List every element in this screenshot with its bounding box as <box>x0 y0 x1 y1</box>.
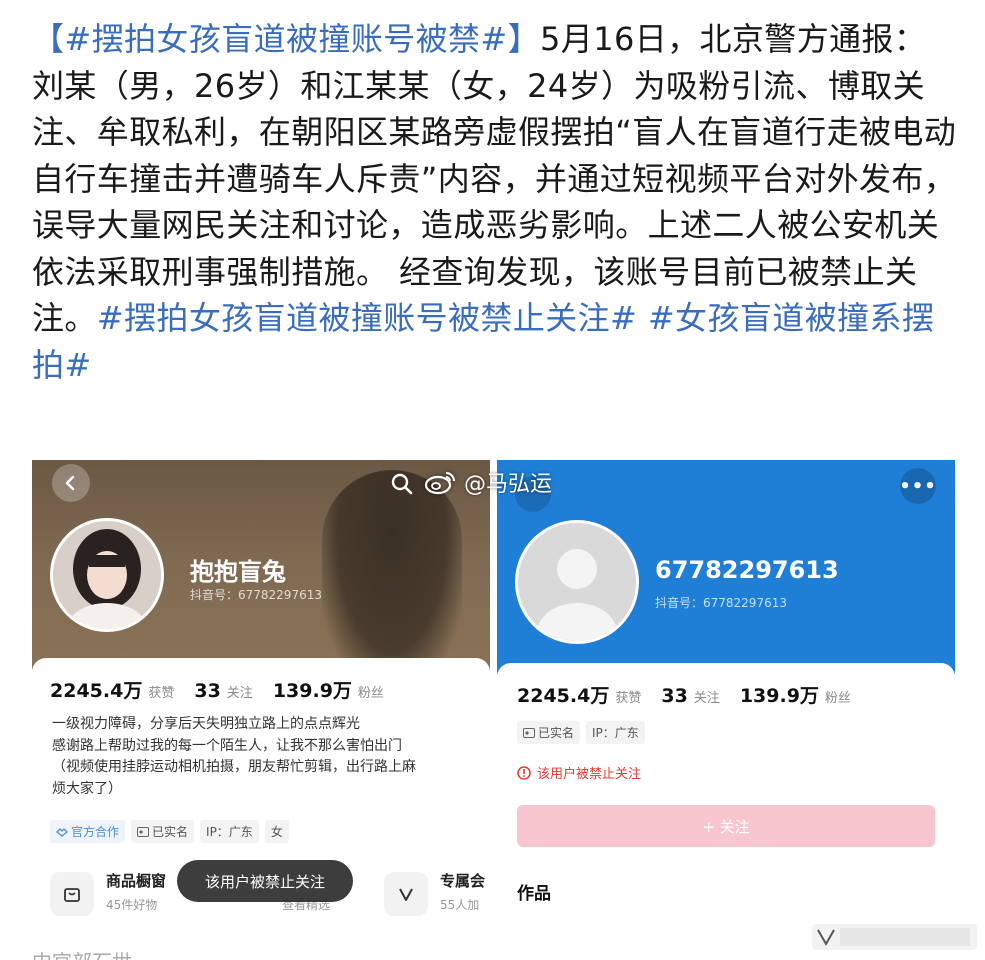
nickname: 抱抱盲兔 <box>190 558 286 586</box>
more-options-button[interactable]: ••• <box>899 468 937 504</box>
left-profile-screenshot: 抱抱盲兔 抖音号：67782297613 2245.4万 获赞 33 关注 13… <box>32 460 490 960</box>
followers-count[interactable]: 139.9万 <box>273 676 352 703</box>
verified-tag: 已实名 <box>131 820 195 843</box>
shop-window-button[interactable] <box>50 872 94 916</box>
likes-count: 2245.4万 <box>50 680 143 702</box>
post-body: 5月16日，北京警方通报：刘某（男，26岁）和江某某（女，24岁）为吸粉引流、博… <box>32 20 957 337</box>
weibo-watermark: @马弘运 <box>424 466 552 498</box>
exclusive-member-count: 55人加 <box>440 898 480 912</box>
v-badge-icon <box>399 888 413 901</box>
ip-location-tag: IP：广东 <box>586 721 645 744</box>
shopping-bag-icon <box>64 888 80 902</box>
watermark-text: @马弘运 <box>464 472 553 497</box>
verified-tag: 已实名 <box>517 721 581 744</box>
following-label[interactable]: 关注 <box>227 682 253 701</box>
bio-line: （视频使用挂脖运动相机拍摄，朋友帮忙剪辑，出行路上麻 <box>52 759 416 775</box>
following-count[interactable]: 33 <box>661 685 687 707</box>
bio-line: 烦大家了） <box>52 780 122 797</box>
shop-window-title[interactable]: 商品橱窗 <box>106 870 166 891</box>
bio: 一级视力障碍，分享后天失明独立路上的点点辉光 感谢路上帮助过我的每一个陌生人，让… <box>52 714 472 800</box>
page-indicator-icon <box>812 924 977 950</box>
likes-label: 获赞 <box>148 686 175 701</box>
official-partner-tag[interactable]: 官方合作 <box>50 820 126 843</box>
banner-silhouette <box>322 470 462 685</box>
ban-notice: 该用户被禁止关注 <box>517 763 641 782</box>
avatar-image <box>53 521 161 629</box>
following-label[interactable]: 关注 <box>694 687 720 706</box>
chevron-left-icon <box>65 475 75 491</box>
likes-label: 获赞 <box>615 691 642 706</box>
profile-card: 2245.4万 获赞 33 关注 139.9万 粉丝 一级视力障碍，分享后天失明… <box>32 658 490 960</box>
gender-tag: 女 <box>264 820 289 843</box>
douyin-id: 抖音号：67782297613 <box>190 588 322 602</box>
nickname: 67782297613 <box>655 556 839 584</box>
right-profile-screenshot: ••• 67782297613 抖音号：67782297613 2245.4万 … <box>497 460 955 960</box>
exclusive-member-title[interactable]: 专属会 <box>440 870 485 891</box>
followers-label[interactable]: 粉丝 <box>358 682 384 701</box>
warning-circle-icon <box>517 765 531 780</box>
exclusive-member-button[interactable] <box>384 872 428 916</box>
douyin-id: 抖音号：67782297613 <box>655 596 787 610</box>
hashtag-main[interactable]: 【#摆拍女孩盲道被撞账号被禁#】 <box>32 20 540 58</box>
toast-banned-follow: 该用户被禁止关注 <box>177 860 353 902</box>
profile-tags: 已实名 IP：广东 <box>517 721 645 744</box>
cut-off-text: 中官部石世 <box>32 946 132 960</box>
followers-label[interactable]: 粉丝 <box>825 687 851 706</box>
followers-count[interactable]: 139.9万 <box>740 681 819 708</box>
bio-line: 感谢路上帮助过我的每一个陌生人，让我不那么害怕出门 <box>52 737 402 754</box>
shop-window-count: 45件好物 <box>106 898 158 912</box>
id-card-icon <box>523 727 535 738</box>
weibo-logo-icon <box>424 471 456 495</box>
follow-button-disabled[interactable]: + 关注 <box>517 805 935 847</box>
default-avatar[interactable] <box>515 520 639 644</box>
more-dots-icon: ••• <box>899 475 937 497</box>
tab-works[interactable]: 作品 <box>517 879 551 904</box>
profile-tags: 官方合作 已实名 IP：广东 女 <box>50 820 289 843</box>
stats-row: 2245.4万 获赞 33 关注 139.9万 粉丝 <box>50 676 398 703</box>
back-button[interactable] <box>52 464 90 502</box>
avatar[interactable] <box>50 518 164 632</box>
person-placeholder-icon <box>518 523 636 641</box>
following-count[interactable]: 33 <box>194 680 220 702</box>
likes-count: 2245.4万 <box>517 685 610 707</box>
handshake-icon <box>56 827 68 837</box>
ban-notice-text: 该用户被禁止关注 <box>537 767 642 782</box>
id-card-icon <box>137 826 150 837</box>
bio-line: 一级视力障碍，分享后天失明独立路上的点点辉光 <box>52 716 360 732</box>
profile-card: 2245.4万 获赞 33 关注 139.9万 粉丝 已实名 IP：广东 该用户… <box>497 663 955 960</box>
hashtag-banned-follow[interactable]: #摆拍女孩盲道被撞账号被禁止关注# <box>97 299 637 337</box>
post-text: 【#摆拍女孩盲道被撞账号被禁#】5月16日，北京警方通报：刘某（男，26岁）和江… <box>32 16 957 388</box>
ip-location-tag: IP：广东 <box>200 820 259 843</box>
stats-row: 2245.4万 获赞 33 关注 139.9万 粉丝 <box>517 681 865 708</box>
search-icon[interactable] <box>388 470 416 498</box>
